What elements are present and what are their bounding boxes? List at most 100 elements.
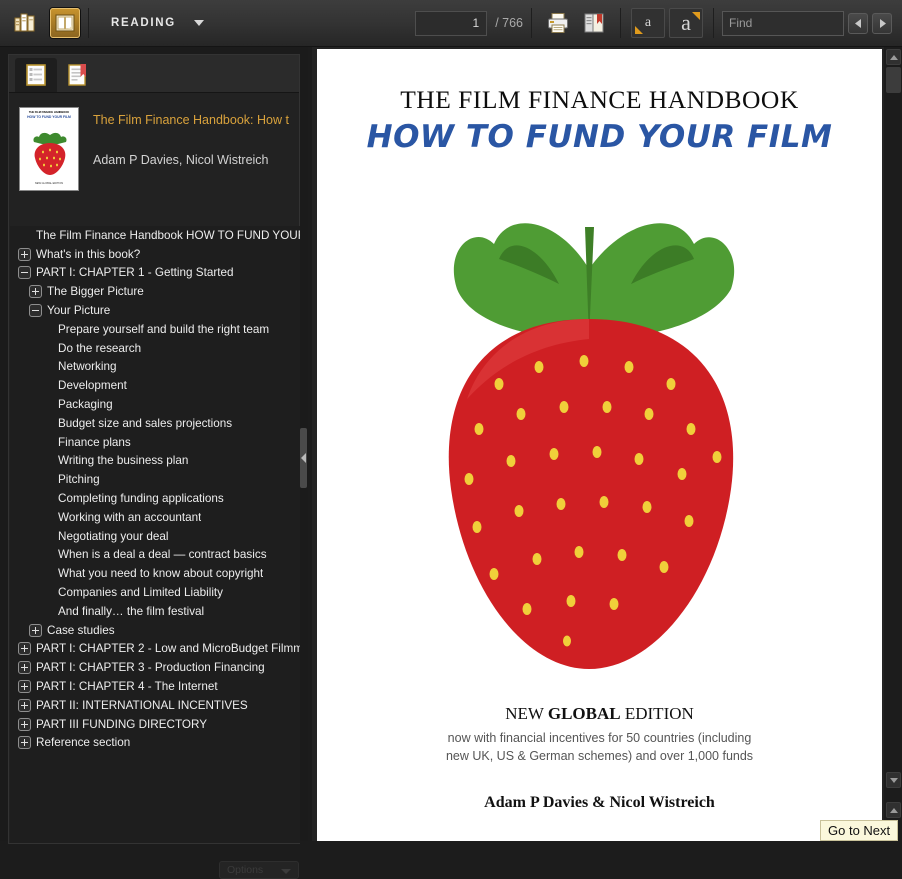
- sidebar-item-bookmarks[interactable]: [57, 58, 99, 92]
- toc-item[interactable]: PART II: INTERNATIONAL INCENTIVES: [10, 696, 300, 715]
- toc-item[interactable]: PART III FUNDING DIRECTORY: [10, 715, 300, 734]
- toc-item[interactable]: PART I: CHAPTER 4 - The Internet: [10, 677, 300, 696]
- toc-item[interactable]: PART I: CHAPTER 2 - Low and MicroBudget …: [10, 640, 300, 659]
- expand-icon[interactable]: [18, 661, 31, 675]
- go-to-next-button[interactable]: Go to Next: [820, 820, 899, 841]
- toc-item[interactable]: Finance plans: [10, 433, 300, 452]
- table-of-contents[interactable]: The Film Finance Handbook HOW TO FUND YO…: [10, 226, 300, 843]
- toc-item[interactable]: And finally… the film festival: [10, 602, 300, 621]
- toc-item[interactable]: Budget size and sales projections: [10, 414, 300, 433]
- find-next-button[interactable]: [872, 12, 892, 34]
- toc-item[interactable]: PART I: CHAPTER 1 - Getting Started: [10, 264, 300, 283]
- scroll-down-icon: [889, 777, 898, 783]
- toc-item[interactable]: Do the research: [10, 339, 300, 358]
- sidebar-item-contents[interactable]: [15, 58, 57, 92]
- increase-font-glyph: a: [681, 10, 691, 35]
- toc-item-label: Packaging: [58, 398, 113, 412]
- scroll-up-button[interactable]: [886, 49, 901, 65]
- toc-item-label: When is a deal a deal — contract basics: [58, 548, 267, 562]
- options-label: Options: [227, 864, 264, 876]
- expand-icon[interactable]: [29, 285, 42, 299]
- view-mode-label: READING: [111, 17, 176, 29]
- toc-item-label: Working with an accountant: [58, 510, 202, 524]
- scroll-down-button[interactable]: [886, 772, 901, 788]
- print-button[interactable]: [543, 8, 573, 38]
- page-number-input[interactable]: 1: [415, 10, 488, 36]
- decrease-font-glyph: a: [644, 15, 652, 30]
- toc-spacer: [40, 567, 53, 580]
- scroll-page-up-icon: [889, 807, 898, 813]
- cover-subtitle: HOW TO FUND YOUR FILM: [366, 119, 833, 155]
- toc-item[interactable]: What you need to know about copyright: [10, 564, 300, 583]
- increase-font-button[interactable]: a: [669, 8, 703, 38]
- toc-item[interactable]: The Bigger Picture: [10, 282, 300, 301]
- chevron-down-icon: [281, 869, 291, 874]
- toc-item[interactable]: PART I: CHAPTER 3 - Production Financing: [10, 658, 300, 677]
- toc-item-label: Writing the business plan: [58, 454, 189, 468]
- toc-item[interactable]: Companies and Limited Liability: [10, 583, 300, 602]
- toc-item[interactable]: Networking: [10, 358, 300, 377]
- toc-item[interactable]: Negotiating your deal: [10, 527, 300, 546]
- toc-item-label: PART I: CHAPTER 3 - Production Financing: [36, 661, 265, 675]
- toc-spacer: [40, 473, 53, 486]
- toc-item[interactable]: Your Picture: [10, 301, 300, 320]
- book-cover-thumbnail: THE FILM FINANCE HANDBOOK HOW TO FUND YO…: [19, 107, 79, 191]
- toc-item[interactable]: Case studies: [10, 621, 300, 640]
- search-input[interactable]: Find: [722, 10, 844, 36]
- page-total-label: / 766: [495, 16, 523, 30]
- thumbnail-title: THE FILM FINANCE HANDBOOK HOW TO FUND YO…: [27, 111, 71, 119]
- sidebar-splitter[interactable]: [300, 50, 307, 836]
- toc-spacer: [40, 436, 53, 449]
- book-authors: Adam P Davies, Nicol Wistreich: [93, 153, 269, 167]
- toc-item[interactable]: Development: [10, 376, 300, 395]
- toc-item[interactable]: Reference section: [10, 734, 300, 753]
- reader-scrollbar[interactable]: [884, 47, 902, 841]
- toc-item[interactable]: Completing funding applications: [10, 489, 300, 508]
- toc-item[interactable]: Pitching: [10, 470, 300, 489]
- options-dropdown[interactable]: Options: [219, 861, 299, 879]
- expand-icon[interactable]: [18, 680, 31, 694]
- toc-spacer: [40, 511, 53, 524]
- expand-icon[interactable]: [29, 623, 42, 637]
- toc-item[interactable]: Packaging: [10, 395, 300, 414]
- expand-icon[interactable]: [18, 247, 31, 261]
- cover-title: THE FILM FINANCE HANDBOOK: [400, 85, 799, 114]
- toc-item-label: PART III FUNDING DIRECTORY: [36, 717, 208, 731]
- toc-item-label: Budget size and sales projections: [58, 416, 233, 430]
- collapse-icon[interactable]: [29, 304, 42, 318]
- toc-item-label: Do the research: [58, 341, 142, 355]
- expand-icon[interactable]: [18, 717, 31, 731]
- splitter-grip[interactable]: [300, 428, 307, 488]
- expand-icon[interactable]: [18, 698, 31, 712]
- expand-icon[interactable]: [18, 642, 31, 656]
- toc-item[interactable]: Working with an accountant: [10, 508, 300, 527]
- scrollbar-thumb[interactable]: [886, 67, 901, 93]
- book-title[interactable]: The Film Finance Handbook: How to F…: [93, 113, 289, 127]
- collapse-icon[interactable]: [18, 266, 31, 280]
- find-previous-button[interactable]: [848, 12, 868, 34]
- toc-item[interactable]: When is a deal a deal — contract basics: [10, 546, 300, 565]
- library-view-button[interactable]: [10, 8, 40, 38]
- book-info[interactable]: THE FILM FINANCE HANDBOOK HOW TO FUND YO…: [9, 93, 299, 201]
- toc-item[interactable]: Writing the business plan: [10, 452, 300, 471]
- toc-item[interactable]: Prepare yourself and build the right tea…: [10, 320, 300, 339]
- bookmark-button[interactable]: [579, 8, 609, 38]
- toc-spacer: [40, 530, 53, 543]
- chevron-down-icon[interactable]: [193, 20, 204, 26]
- decrease-font-button[interactable]: a: [631, 8, 665, 38]
- toc-item-label: Your Picture: [47, 304, 111, 318]
- bookmark-ribbon-icon: [68, 64, 86, 86]
- toc-item[interactable]: What's in this book?: [10, 245, 300, 264]
- toc-spacer: [40, 360, 53, 373]
- sidebar-tabs: [9, 55, 299, 93]
- toc-item-label: Finance plans: [58, 435, 131, 449]
- scroll-page-up-button[interactable]: [886, 802, 901, 818]
- expand-icon[interactable]: [18, 736, 31, 750]
- toc-spacer: [40, 605, 53, 618]
- toc-item-label: And finally… the film festival: [58, 604, 205, 618]
- toolbar-divider-2: [531, 8, 532, 38]
- main-toolbar: READING 1 / 766 a a Find: [0, 0, 902, 47]
- reading-view-button[interactable]: [50, 8, 80, 38]
- toc-item[interactable]: The Film Finance Handbook HOW TO FUND YO…: [10, 226, 300, 245]
- toc-spacer: [40, 379, 53, 392]
